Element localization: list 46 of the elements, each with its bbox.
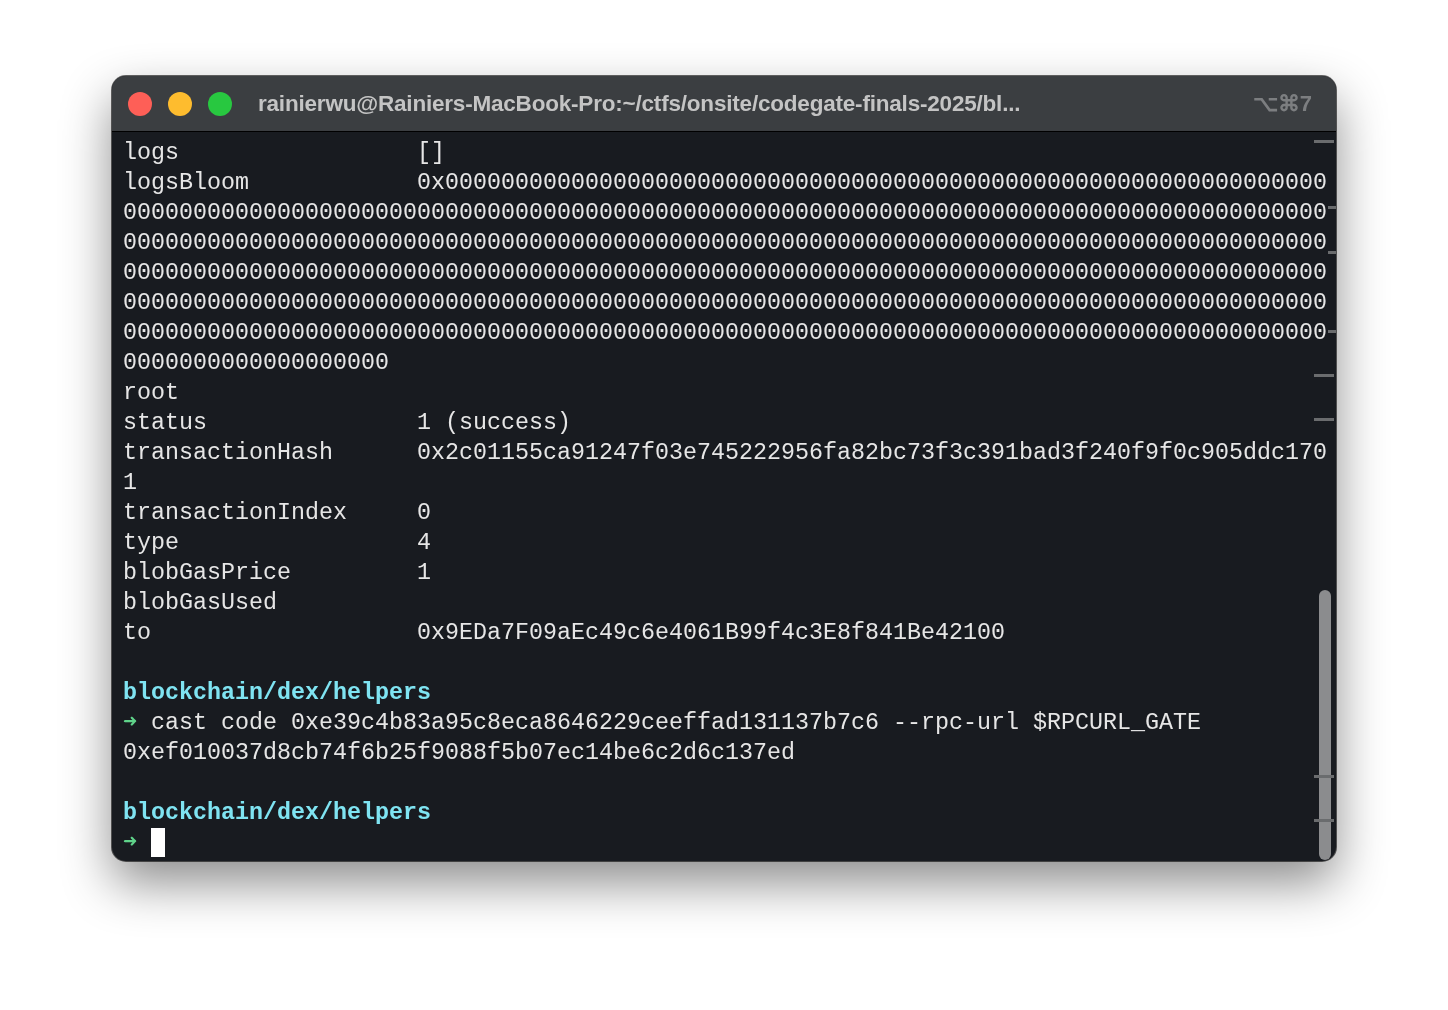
field-value: 0x9EDa7F09aEc49c6e4061B99f4c3E8f841Be42100 [417,619,1005,648]
scroll-marker [1314,374,1334,377]
field-name: logs [123,139,180,168]
field-name: logsBloom [123,169,250,198]
field-name: blobGasPrice [123,559,292,588]
scroll-marker [1314,418,1334,421]
field-value: [] [417,139,445,168]
window-title: rainierwu@Rainiers-MacBook-Pro:~/ctfs/onsite/codegate-finals-2025/bl... [258,89,1021,118]
field-name: to [123,619,152,648]
zoom-button[interactable] [208,91,232,116]
minimize-button[interactable] [168,91,192,116]
field-name: root [123,379,180,408]
output-text: 0000000000000000000 [123,349,389,378]
text-cursor [151,828,165,857]
output-text: 00000000000000000000000000000000000000000000000000000000000000000000000000000000000000 [123,259,1327,288]
scroll-marker [1314,140,1334,143]
field-value: 0 [417,499,431,528]
field-name: status [123,409,208,438]
field-name: type [123,529,180,558]
prompt-arrow-icon: ➜ [123,708,151,738]
field-value: 0x000000000000000000000000000000000000000000000000000000000000000 [417,169,1327,198]
scroll-marker [1328,330,1336,333]
field-name: transactionIndex [123,499,348,528]
output-text: 00000000000000000000000000000000000000000000000000000000000000000000000000000000000000 [123,229,1327,258]
directory-path: blockchain/dex/helpers [123,799,431,828]
close-button[interactable] [128,91,152,116]
prompt-arrow-icon: ➜ [123,828,151,858]
field-value: 1 [417,559,431,588]
scroll-marker [1314,775,1334,778]
output-text: 00000000000000000000000000000000000000000000000000000000000000000000000000000000000000 [123,199,1327,228]
output-text: 1 [123,469,137,498]
field-value: 4 [417,529,431,558]
shortcut-label: ⌥⌘7 [1252,90,1312,118]
field-name: transactionHash [123,439,334,468]
directory-path: blockchain/dex/helpers [123,679,431,708]
output-text: 00000000000000000000000000000000000000000000000000000000000000000000000000000000000000 [123,319,1327,348]
field-value: 1 (success) [417,409,571,438]
field-name: blobGasUsed [123,589,278,618]
scroll-marker [1314,819,1334,822]
scroll-marker [1328,206,1336,209]
output-text: 00000000000000000000000000000000000000000000000000000000000000000000000000000000000000 [123,289,1327,318]
output-text: 0xef010037d8cb74f6b25f9088f5b07ec14be6c2d6c137ed [123,739,795,768]
scroll-thumb[interactable] [1319,590,1331,860]
field-value: 0x2c01155ca91247f03e745222956fa82bc73f3c391bad3f240f9f0c905ddc170 [417,439,1327,468]
command-text: cast code 0xe39c4b83a95c8eca8646229ceeffad131137b7c6 --rpc-url $RPCURL_GATE [151,709,1201,738]
scroll-marker [1328,251,1336,254]
